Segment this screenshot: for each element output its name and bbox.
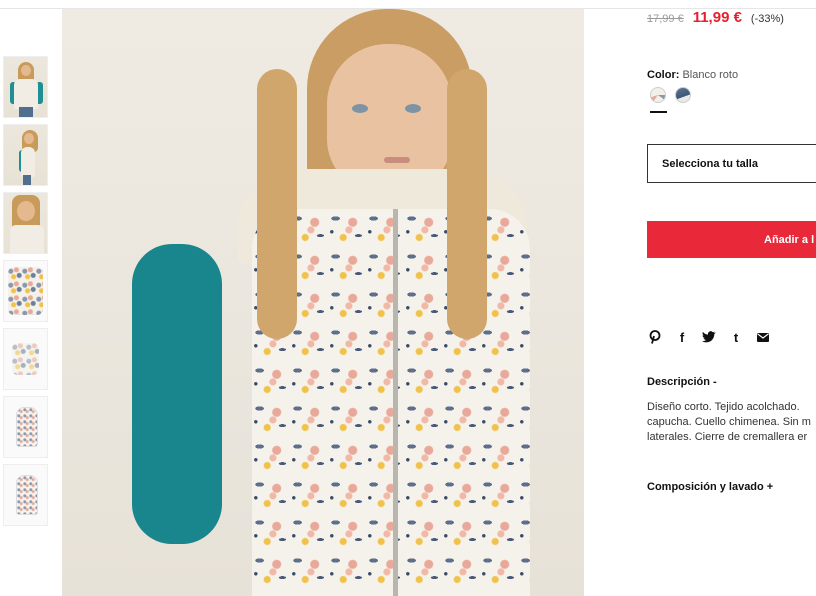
original-price: 17,99 €: [647, 13, 684, 25]
facebook-icon[interactable]: f: [675, 330, 689, 345]
share-icons: f t: [648, 330, 770, 345]
twitter-icon[interactable]: [702, 330, 716, 344]
add-to-cart-label: Añadir a l: [764, 234, 815, 246]
color-label-heading: Color:: [647, 69, 680, 81]
size-select-placeholder: Selecciona tu talla: [662, 158, 758, 170]
main-product-image[interactable]: [62, 9, 584, 596]
thumbnail-garment-front[interactable]: [3, 396, 48, 458]
price-row: 17,99 € 11,99 € (-33%): [647, 9, 784, 26]
thumbnail-model-front[interactable]: [3, 56, 48, 118]
thumbnail-gallery: [3, 56, 49, 532]
thumbnail-label-detail[interactable]: [3, 328, 48, 390]
color-swatches: [650, 87, 691, 103]
thumbnail-model-closeup[interactable]: [3, 192, 48, 254]
description-line: capucha. Cuello chimenea. Sin m: [647, 416, 811, 428]
description-line: laterales. Cierre de cremallera er: [647, 431, 808, 443]
discount-badge: (-33%): [750, 13, 784, 25]
description-text: Diseño corto. Tejido acolchado. capucha.…: [647, 400, 816, 445]
thumbnail-model-side[interactable]: [3, 124, 48, 186]
description-toggle[interactable]: Descripción -: [647, 376, 717, 388]
sale-price: 11,99 €: [692, 9, 742, 26]
tumblr-icon[interactable]: t: [729, 330, 743, 345]
swatch-azul[interactable]: [675, 87, 691, 103]
description-line: Diseño corto. Tejido acolchado.: [647, 401, 800, 413]
composition-toggle[interactable]: Composición y lavado +: [647, 481, 773, 493]
size-select[interactable]: Selecciona tu talla: [647, 144, 816, 183]
selected-swatch-indicator: [650, 111, 667, 113]
color-label: Color: Blanco roto: [647, 69, 738, 81]
color-value: Blanco roto: [682, 69, 739, 81]
email-icon[interactable]: [756, 330, 770, 344]
thumbnail-garment-back[interactable]: [3, 464, 48, 526]
thumbnail-fabric-detail[interactable]: [3, 260, 48, 322]
add-to-cart-button[interactable]: Añadir a l: [647, 221, 816, 258]
pinterest-icon[interactable]: [648, 330, 662, 344]
swatch-blanco-roto[interactable]: [650, 87, 666, 103]
